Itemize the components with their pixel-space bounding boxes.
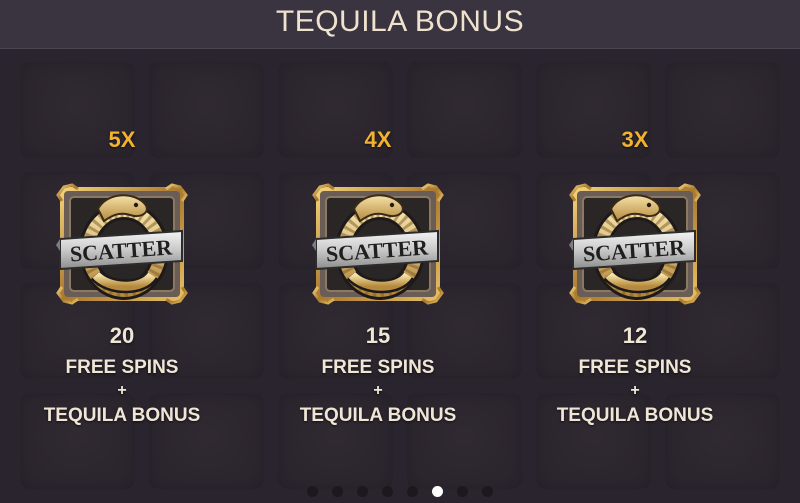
multiplier-label: 4X <box>364 127 392 152</box>
award-column-3x: 3X 12 FREE SPINS + TEQUILA BONUS <box>525 125 745 429</box>
scatter-snake-icon <box>569 179 701 307</box>
page-dot-2[interactable] <box>332 485 343 497</box>
page-dot-7[interactable] <box>457 485 468 497</box>
page-title: TEQUILA BONUS <box>275 5 525 38</box>
scatter-snake-icon <box>56 179 188 307</box>
tequila-bonus-label: TEQUILA BONUS <box>299 405 457 426</box>
plus-sign: + <box>117 382 127 399</box>
free-spins-count: 12 <box>622 323 648 348</box>
page-dot-5[interactable] <box>407 485 418 497</box>
multiplier-label: 5X <box>108 127 136 152</box>
award-column-5x: 5X 20 FREE SPINS + TEQUILA BONUS <box>12 125 232 429</box>
title-bar: TEQUILA BONUS <box>0 0 800 49</box>
free-spins-label: FREE SPINS <box>321 357 435 378</box>
award-column-4x: 4X 15 FREE SPINS + TEQUILA BONUS <box>268 125 488 429</box>
multiplier-label: 3X <box>621 127 649 152</box>
page-dot-8[interactable] <box>482 485 493 497</box>
free-spins-count: 20 <box>109 323 135 348</box>
scatter-snake-icon <box>312 179 444 307</box>
tequila-bonus-label: TEQUILA BONUS <box>556 405 714 426</box>
page-pagination <box>0 483 800 499</box>
tequila-bonus-label: TEQUILA BONUS <box>43 405 201 426</box>
free-spins-label: FREE SPINS <box>65 357 179 378</box>
page-dot-3[interactable] <box>357 485 368 497</box>
free-spins-label: FREE SPINS <box>578 357 692 378</box>
page-dot-4[interactable] <box>382 485 393 497</box>
paytable-page: TEQUILA BONUS 5X 20 FREE SPINS + TEQUILA… <box>0 0 800 503</box>
page-dot-1[interactable] <box>307 485 318 497</box>
page-dot-6[interactable] <box>432 485 443 497</box>
free-spins-count: 15 <box>365 323 391 348</box>
plus-sign: + <box>630 382 640 399</box>
plus-sign: + <box>373 382 383 399</box>
